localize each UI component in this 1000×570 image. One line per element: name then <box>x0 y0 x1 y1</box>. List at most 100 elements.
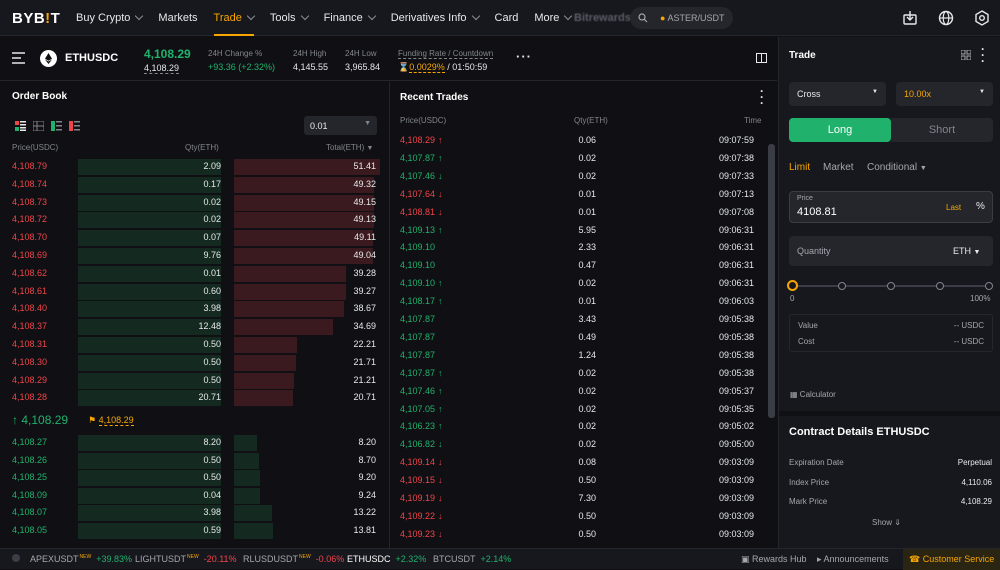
ob-total: 49.15 <box>353 196 376 207</box>
calculator-button[interactable]: ▦ Calculator <box>790 390 836 399</box>
search-box[interactable]: ● ASTER/USDT <box>630 7 733 29</box>
trade-menu-icon[interactable]: · · · <box>981 43 985 67</box>
bid-row[interactable]: 4,108.05 0.59 13.81 <box>0 522 388 540</box>
trade-row: 4,107.05 ↑ 0.02 09:05:35 <box>390 401 766 418</box>
grid-layout-icon[interactable] <box>960 49 972 63</box>
qty-depth-bar <box>78 505 221 522</box>
trade-time: 09:07:08 <box>718 206 754 217</box>
ob-total-header[interactable]: Total(ETH) ▼ <box>326 143 373 152</box>
slider-step-dot[interactable] <box>887 282 895 290</box>
nav-item-derivatives-info[interactable]: Derivatives Info <box>383 0 487 36</box>
ask-row[interactable]: 4,108.29 0.50 21.21 <box>0 372 388 390</box>
ob-qty: 0.01 <box>203 267 221 278</box>
nav-item-trade[interactable]: Trade <box>206 0 262 36</box>
both-view-icon[interactable] <box>15 121 26 131</box>
more-options-icon[interactable]: ··· <box>516 49 532 64</box>
total-depth-bar <box>234 283 346 300</box>
slider-handle[interactable] <box>787 280 798 291</box>
nav-item-label: Markets <box>158 12 198 24</box>
nav-item-label: Trade <box>213 12 242 24</box>
nav-item-tools[interactable]: Tools <box>262 0 316 36</box>
ask-row[interactable]: 4,108.30 0.50 21.71 <box>0 354 388 372</box>
ask-row[interactable]: 4,108.73 0.02 49.15 <box>0 194 388 212</box>
nav-item-finance[interactable]: Finance <box>316 0 383 36</box>
ob-total: 13.22 <box>353 507 376 518</box>
announcements-link[interactable]: ▸ Announcements <box>817 554 889 565</box>
margin-mode-select[interactable]: Cross ▼ <box>789 82 886 106</box>
bybit-logo[interactable]: BYB!T <box>12 10 60 27</box>
nav-item-buy-crypto[interactable]: Buy Crypto <box>68 0 150 36</box>
quantity-unit-select[interactable]: ETH ▼ <box>953 246 980 256</box>
tab-market[interactable]: Market <box>823 162 854 173</box>
nav-item-card[interactable]: Card <box>487 0 527 36</box>
globe-icon[interactable] <box>928 0 964 36</box>
tab-limit[interactable]: Limit <box>789 162 810 173</box>
tab-conditional[interactable]: Conditional ▼ <box>867 162 927 173</box>
slider-step-dot[interactable] <box>838 282 846 290</box>
bottom-ticker-ethusdc[interactable]: ETHUSDC +2.32% <box>347 554 426 564</box>
symbol-name[interactable]: ETHUSDC <box>65 52 118 64</box>
percent-icon[interactable]: % <box>976 201 985 212</box>
ob-total: 49.11 <box>354 232 376 243</box>
qty-depth-bar <box>78 301 221 318</box>
total-depth-bar <box>234 435 258 451</box>
slider-step-dot[interactable] <box>985 282 993 290</box>
bottom-ticker-lightusdt[interactable]: LIGHTUSDTNEW -20.11% <box>135 554 237 564</box>
ask-row[interactable]: 4,108.40 3.98 38.67 <box>0 300 388 318</box>
trade-price: 4,108.81 ↓ <box>400 206 443 217</box>
bid-row[interactable]: 4,108.09 0.04 9.24 <box>0 487 388 505</box>
short-button[interactable]: Short <box>891 118 993 142</box>
bottom-ticker-symbol: BTCUSDT <box>433 554 476 564</box>
ob-qty: 0.04 <box>203 489 221 500</box>
bitrewards-link[interactable]: Bitrewards <box>566 0 639 36</box>
bid-row[interactable]: 4,108.07 3.98 13.22 <box>0 504 388 522</box>
ask-row[interactable]: 4,108.72 0.02 49.13 <box>0 211 388 229</box>
grid-view-icon[interactable] <box>33 121 44 131</box>
ask-row[interactable]: 4,108.61 0.60 39.27 <box>0 283 388 301</box>
show-more-button[interactable]: Show ⇓ <box>872 518 901 527</box>
bids-view-icon[interactable] <box>51 121 62 131</box>
rewards-hub-link[interactable]: ▣ Rewards Hub <box>741 554 807 565</box>
qty-depth-bar <box>78 212 221 229</box>
kebab-menu-icon[interactable]: · · · <box>760 85 764 109</box>
ask-row[interactable]: 4,108.31 0.50 22.21 <box>0 336 388 354</box>
long-button[interactable]: Long <box>789 118 891 142</box>
bid-row[interactable]: 4,108.26 0.50 8.70 <box>0 452 388 470</box>
precision-select[interactable]: 0.01 ▼ <box>304 116 377 135</box>
bottom-ticker-rlusdusdt[interactable]: RLUSDUSDTNEW -0.06% <box>243 554 344 564</box>
ask-row[interactable]: 4,108.74 0.17 49.32 <box>0 176 388 194</box>
ask-row[interactable]: 4,108.28 20.71 20.71 <box>0 389 388 407</box>
layout-icon[interactable] <box>756 53 767 66</box>
arrow-up-icon: ↑ <box>438 135 443 145</box>
trade-qty: 0.01 <box>578 188 596 199</box>
settings-icon[interactable] <box>964 0 1000 36</box>
menu-icon[interactable] <box>12 52 25 67</box>
ask-row[interactable]: 4,108.37 12.48 34.69 <box>0 318 388 336</box>
ask-row[interactable]: 4,108.79 2.09 51.41 <box>0 158 388 176</box>
price-input[interactable]: Price 4108.81 Last % <box>789 191 993 223</box>
ob-qty: 12.48 <box>198 321 221 332</box>
quantity-input[interactable]: Quantity ETH ▼ <box>789 236 993 266</box>
asks-view-icon[interactable] <box>69 121 80 131</box>
customer-service-button[interactable]: ☎ Customer Service <box>903 549 1000 570</box>
ask-row[interactable]: 4,108.70 0.07 49.11 <box>0 229 388 247</box>
mid-price: ↑ 4,108.29 <box>12 413 69 427</box>
bottom-ticker-btcusdt[interactable]: BTCUSDT +2.14% <box>433 554 511 564</box>
ask-row[interactable]: 4,108.62 0.01 39.28 <box>0 265 388 283</box>
ask-row[interactable]: 4,108.69 9.76 49.04 <box>0 247 388 265</box>
trades-scrollbar[interactable] <box>768 144 775 418</box>
bottom-ticker-apexusdt[interactable]: APEXUSDTNEW +39.83% <box>30 554 132 564</box>
bottom-ticker-change: +39.83% <box>96 554 132 564</box>
slider-step-dot[interactable] <box>936 282 944 290</box>
leverage-select[interactable]: 10.00x ▼ <box>896 82 993 106</box>
ob-qty: 3.98 <box>203 507 221 518</box>
trade-price: 4,109.15 ↓ <box>400 475 443 486</box>
download-icon[interactable] <box>892 0 928 36</box>
last-price-button[interactable]: Last <box>946 203 961 212</box>
ob-price: 4,108.72 <box>12 214 48 225</box>
nav-item-markets[interactable]: Markets <box>150 0 205 36</box>
bid-row[interactable]: 4,108.25 0.50 9.20 <box>0 469 388 487</box>
total-depth-bar <box>234 487 261 504</box>
bid-row[interactable]: 4,108.27 8.20 8.20 <box>0 434 388 452</box>
arrow-down-icon: ↓ <box>438 510 443 521</box>
